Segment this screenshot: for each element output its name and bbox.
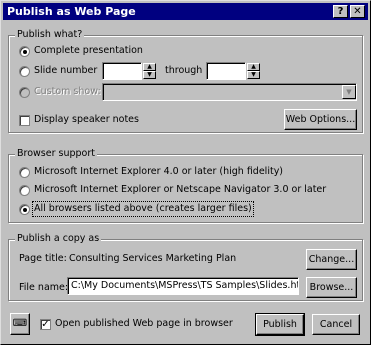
all-browsers-label[interactable]: All browsers listed above (creates large… <box>32 201 254 217</box>
slide-number-label[interactable]: Slide number <box>34 65 97 77</box>
ie-netscape-radio[interactable] <box>19 185 30 196</box>
open-in-browser-checkbox[interactable]: ✓ <box>40 319 51 330</box>
spin-up-icon[interactable]: ▲ <box>143 63 156 71</box>
ie-netscape-label[interactable]: Microsoft Internet Explorer or Netscape … <box>34 184 326 196</box>
title-bar[interactable]: Publish as Web Page ? ✕ <box>3 3 368 20</box>
custom-show-select <box>102 83 357 101</box>
office-assistant-button[interactable]: ⌨ <box>10 313 30 335</box>
custom-show-radio <box>19 87 30 98</box>
open-in-browser-label[interactable]: Open published Web page in browser <box>55 318 233 330</box>
ie4-radio[interactable] <box>19 167 30 178</box>
spin-down-icon[interactable]: ▼ <box>247 71 260 79</box>
cancel-button[interactable]: Cancel <box>312 314 360 335</box>
spin-down-icon[interactable]: ▼ <box>143 71 156 79</box>
browser-support-legend: Browser support <box>15 148 97 160</box>
chevron-down-icon: ▼ <box>342 85 356 99</box>
publish-button[interactable]: Publish <box>255 313 305 336</box>
web-options-button[interactable]: Web Options... <box>284 109 357 130</box>
dialog-title: Publish as Web Page <box>7 5 136 18</box>
publish-web-page-dialog: Publish as Web Page ? ✕ Publish what? Co… <box>0 0 371 345</box>
display-speaker-notes-checkbox[interactable] <box>19 115 30 126</box>
slide-to-input[interactable] <box>206 62 246 80</box>
all-browsers-radio[interactable] <box>19 204 30 215</box>
page-title-value: Consulting Services Marketing Plan <box>69 253 237 264</box>
slide-number-radio[interactable] <box>19 66 30 77</box>
spin-up-icon[interactable]: ▲ <box>247 63 260 71</box>
publish-copy-legend: Publish a copy as <box>15 233 102 245</box>
slide-from-input[interactable] <box>102 62 142 80</box>
publish-what-legend: Publish what? <box>15 29 85 41</box>
custom-show-label: Custom show: <box>34 86 101 97</box>
file-name-input[interactable]: C:\My Documents\MSPress\TS Samples\Slide… <box>67 277 299 295</box>
help-button[interactable]: ? <box>333 5 348 18</box>
close-button[interactable]: ✕ <box>350 5 365 18</box>
slide-from-spinner[interactable]: ▲ ▼ <box>143 63 156 79</box>
display-speaker-notes-label[interactable]: Display speaker notes <box>34 114 139 126</box>
complete-presentation-radio[interactable] <box>19 46 30 57</box>
page-title-label: Page title: <box>19 253 67 264</box>
ie4-label[interactable]: Microsoft Internet Explorer 4.0 or later… <box>34 166 283 178</box>
browse-button[interactable]: Browse... <box>306 277 357 298</box>
slide-to-spinner[interactable]: ▲ ▼ <box>247 63 260 79</box>
change-button[interactable]: Change... <box>306 249 357 270</box>
office-assistant-icon: ⌨ <box>12 318 28 329</box>
file-name-label: File name: <box>19 282 69 293</box>
complete-presentation-label[interactable]: Complete presentation <box>34 45 143 57</box>
through-label: through <box>165 65 203 76</box>
